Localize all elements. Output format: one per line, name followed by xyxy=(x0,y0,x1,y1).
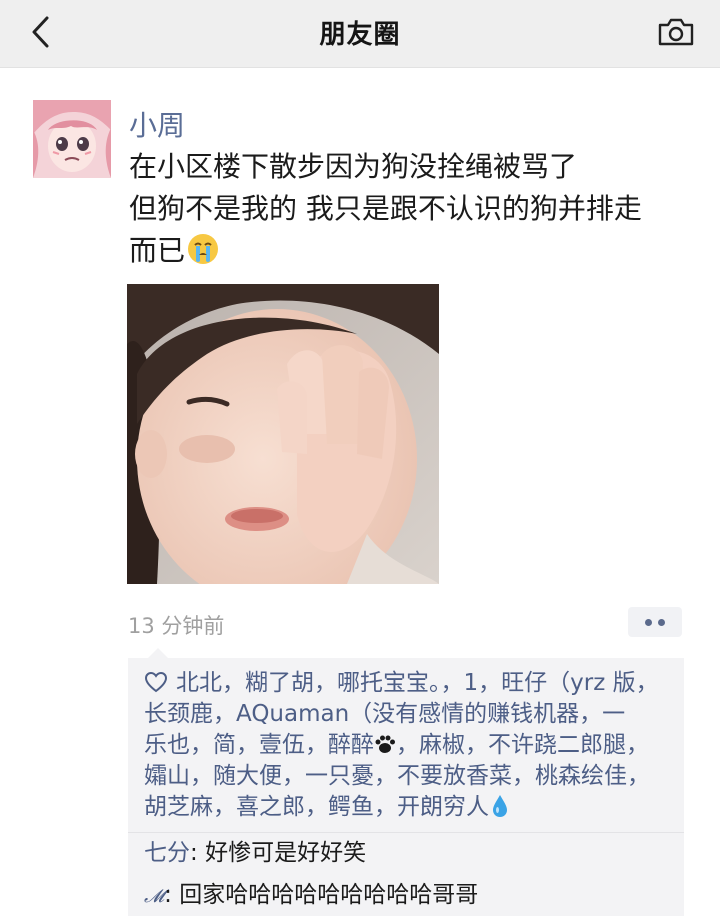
comment-author[interactable]: 七分 xyxy=(144,840,190,866)
crying-face-emoji-icon xyxy=(188,234,219,264)
comment-separator: : xyxy=(190,840,206,866)
comment-author[interactable]: 𝓜 xyxy=(144,882,164,912)
crying-child-photo xyxy=(127,284,439,584)
nav-bar: 朋友圈 xyxy=(0,0,720,68)
likes-line: 北北，糊了胡，哪托宝宝。，1，旺仔（yrz 版， xyxy=(144,668,680,699)
comment-item[interactable]: 七分: 好惨可是好好笑 xyxy=(144,838,680,868)
paw-icon xyxy=(375,735,395,753)
comment-text: 好惨可是好好笑 xyxy=(205,840,367,866)
likes-line[interactable]: 长颈鹿，AQuaman（没有感情的赚钱机器，一 xyxy=(144,699,680,730)
avatar[interactable] xyxy=(33,100,111,178)
likes-text[interactable]: 胡芝麻，喜之郎，鳄鱼，开朗穷人 xyxy=(144,794,489,820)
camera-icon xyxy=(658,18,694,46)
anime-girl-avatar-image xyxy=(33,100,111,178)
likes-text[interactable]: 北北，糊了胡，哪托宝宝。，1，旺仔（yrz 版， xyxy=(176,670,659,696)
more-dot xyxy=(658,618,665,626)
comment-item[interactable]: 𝓜: 回家哈哈哈哈哈哈哈哈哈哥哥 xyxy=(144,880,680,912)
post-text-line: 在小区楼下散步因为狗没拴绳被骂了 xyxy=(129,150,578,183)
comment-text: 回家哈哈哈哈哈哈哈哈哈哥哥 xyxy=(179,882,479,908)
post-text-line: 而已 xyxy=(129,230,699,272)
comment-separator: : xyxy=(164,882,180,908)
likes-list: 北北，糊了胡，哪托宝宝。，1，旺仔（yrz 版， 长颈鹿，AQuaman（没有感… xyxy=(144,668,680,823)
post-time: 13 分钟前 xyxy=(128,614,225,638)
page-title: 朋友圈 xyxy=(319,20,401,50)
likes-line: 胡芝麻，喜之郎，鳄鱼，开朗穷人 xyxy=(144,792,680,823)
likes-line: 乐也，简，壹伍，醉醉 ，麻椒，不许跷二郎腿， xyxy=(144,730,680,761)
water-drop-icon xyxy=(493,795,507,817)
likes-text[interactable]: ，麻椒，不许跷二郎腿， xyxy=(396,732,649,758)
likes-comments-panel: 北北，糊了胡，哪托宝宝。，1，旺仔（yrz 版， 长颈鹿，AQuaman（没有感… xyxy=(128,648,684,916)
post-text-last: 而已 xyxy=(129,234,186,267)
heart-outline-icon xyxy=(144,671,168,693)
post-text-line: 但狗不是我的 我只是跟不认识的狗并排走 xyxy=(129,192,642,225)
divider xyxy=(128,832,684,833)
more-dot xyxy=(645,618,652,626)
panel-arrow xyxy=(148,648,168,658)
likes-text[interactable]: 乐也，简，壹伍，醉醉 xyxy=(144,732,374,758)
likes-line[interactable]: 孀山，随大便，一只憂，不要放香菜，桃森绘佳， xyxy=(144,761,680,792)
post-text: 在小区楼下散步因为狗没拴绳被骂了 但狗不是我的 我只是跟不认识的狗并排走 而已 xyxy=(129,146,699,272)
author-name[interactable]: 小周 xyxy=(129,104,185,144)
post-photo[interactable] xyxy=(127,284,439,584)
camera-button[interactable] xyxy=(652,10,700,54)
more-options-button[interactable] xyxy=(628,607,682,637)
